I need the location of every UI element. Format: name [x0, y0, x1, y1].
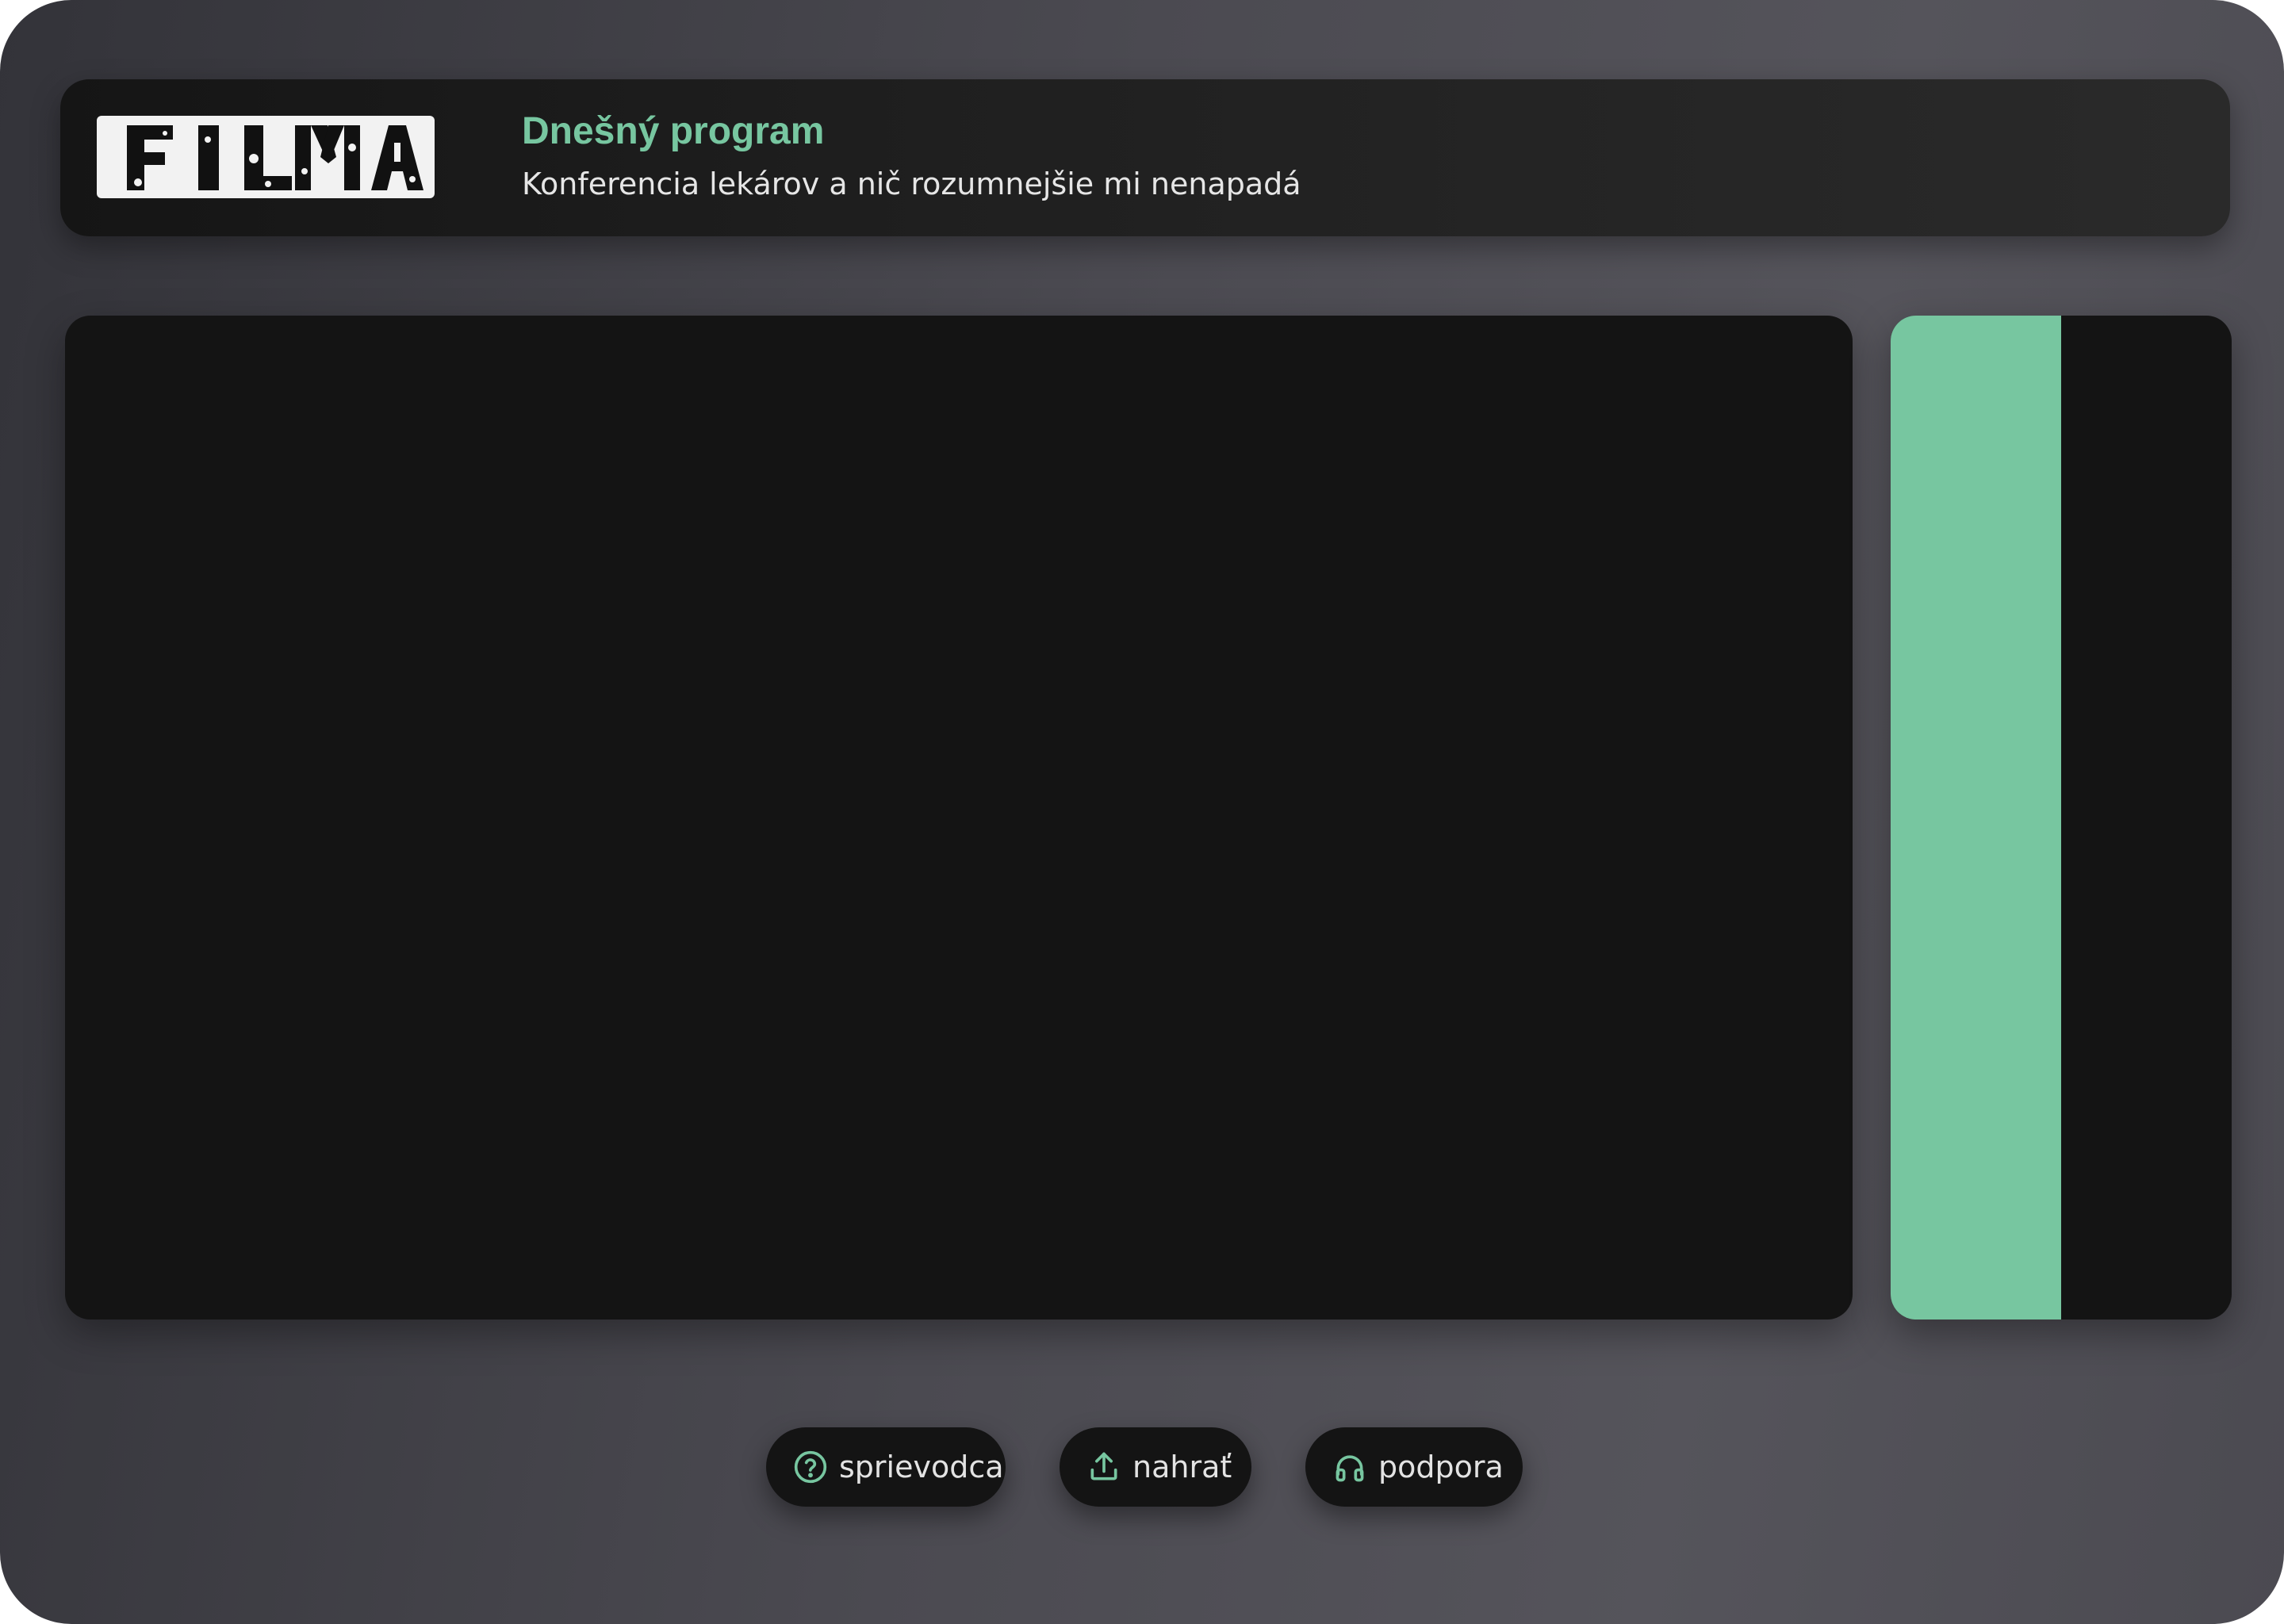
upload-button[interactable]: nahrať	[1060, 1427, 1251, 1507]
support-button-label: podpora	[1378, 1450, 1504, 1484]
filma-logo	[97, 116, 435, 198]
upload-icon	[1086, 1450, 1121, 1484]
guide-button[interactable]: sprievodca	[766, 1427, 1006, 1507]
side-panel	[1891, 316, 2232, 1320]
support-button[interactable]: podpora	[1305, 1427, 1523, 1507]
side-panel-level-fill	[1891, 316, 2061, 1320]
guide-button-label: sprievodca	[839, 1450, 1004, 1484]
program-subtitle: Konferencia lekárov a nič rozumnejšie mi…	[522, 167, 1301, 201]
upload-button-label: nahrať	[1132, 1450, 1232, 1484]
program-title: Dnešný program	[522, 110, 825, 152]
app-screen: Dnešný program Konferencia lekárov a nič…	[0, 0, 2284, 1624]
header-bar: Dnešný program Konferencia lekárov a nič…	[60, 79, 2230, 236]
video-player[interactable]	[65, 316, 1853, 1320]
headphones-icon	[1332, 1450, 1367, 1484]
question-circle-icon	[793, 1450, 828, 1484]
